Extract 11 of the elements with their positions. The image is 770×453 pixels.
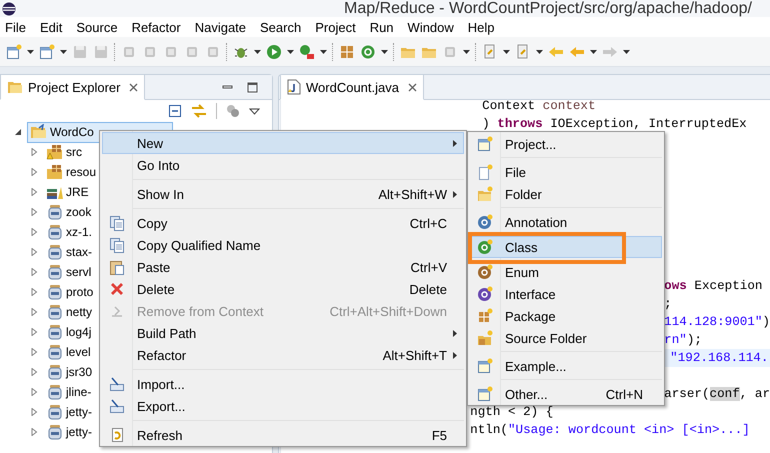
code-line: ows Exception <box>664 278 762 295</box>
code-line: rn"); <box>664 332 702 349</box>
code-line: 114.128:9001") <box>664 314 770 331</box>
code-line: ngth < 2) { <box>470 404 554 421</box>
code-line: ) throws IOException, InterruptedEx <box>482 116 747 133</box>
code-line: ; <box>664 296 672 313</box>
code-line: Context context <box>482 98 596 115</box>
code-line: arser(conf, ar <box>664 386 770 403</box>
code-line: ntln("Usage: wordcount <in> [<in>...] <box>470 422 750 439</box>
code-line: "192.168.114. <box>670 350 768 367</box>
window-title: Map/Reduce - WordCountProject/src/org/apache/hadoop/ <box>344 0 752 17</box>
